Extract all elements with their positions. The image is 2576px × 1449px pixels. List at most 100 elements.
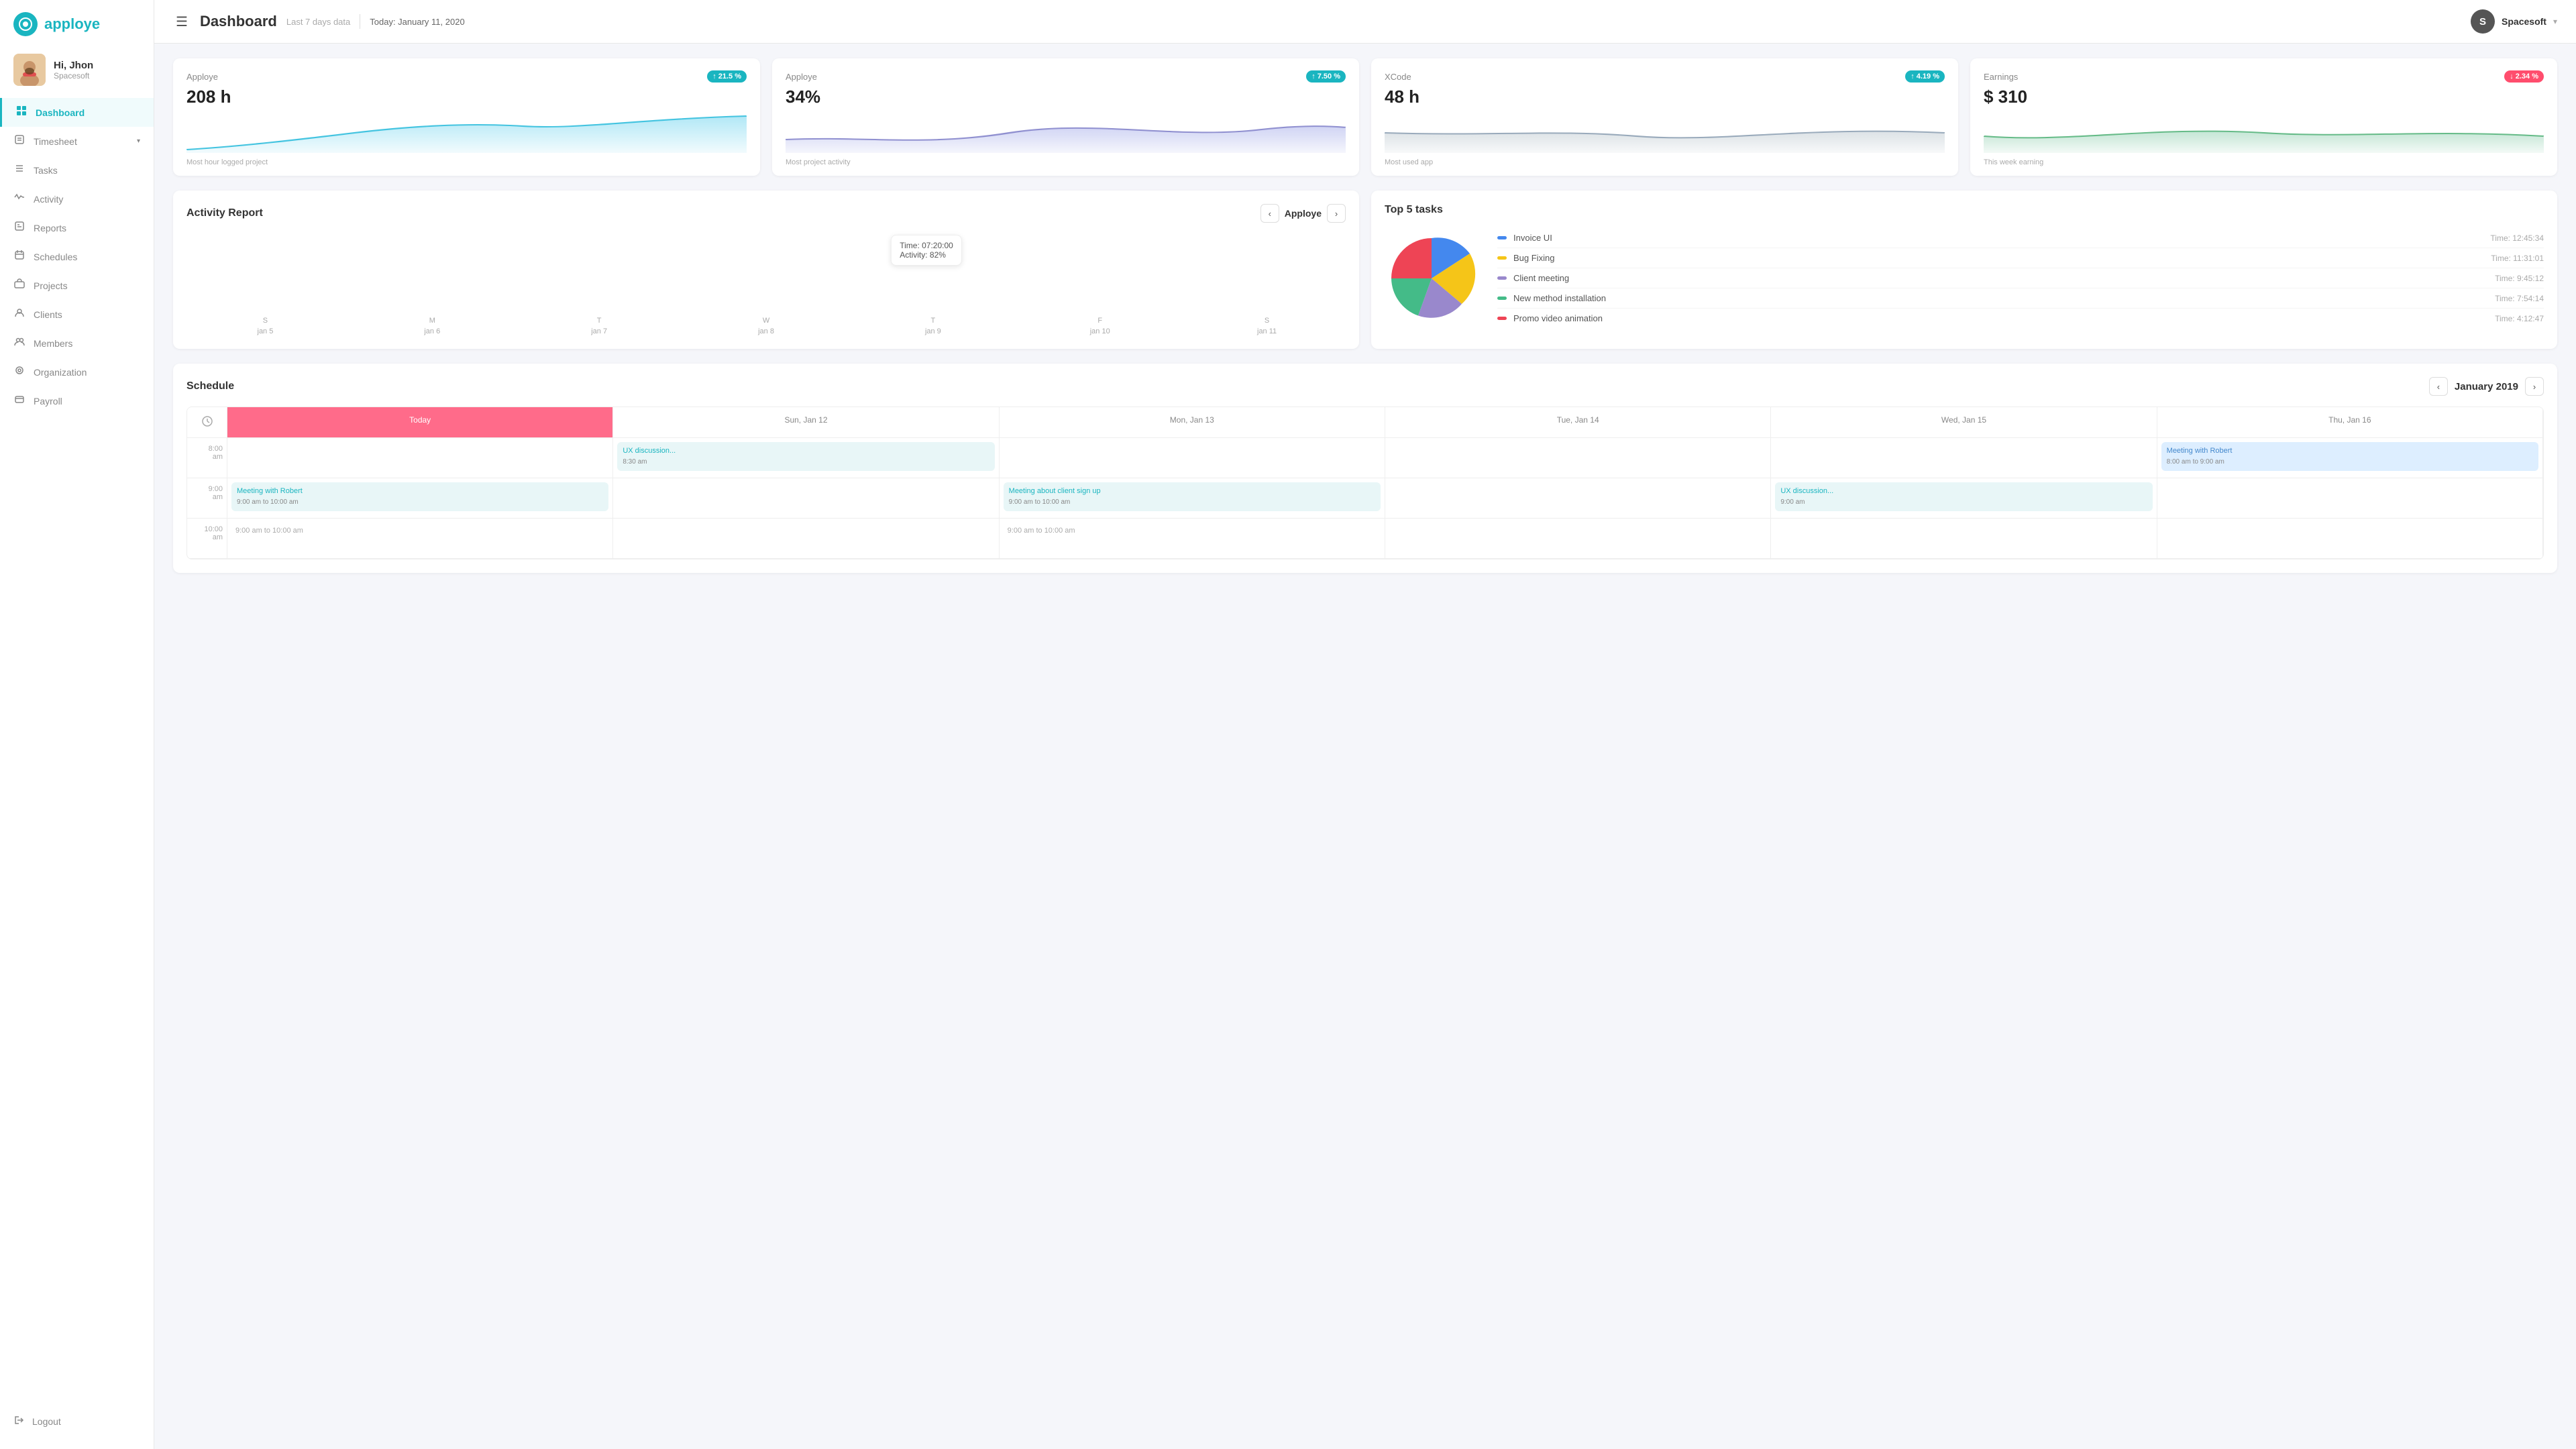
event-title: Meeting with Robert — [237, 486, 603, 496]
schedule-cell-wed-9am: UX discussion... 9:00 am — [1771, 478, 2157, 519]
nav-list: Dashboard Timesheet ▾ Tasks Activity R — [0, 98, 154, 1407]
dashboard-icon — [15, 105, 28, 119]
project-nav: ‹ Apploye › — [1260, 204, 1346, 223]
bar-group: S jan 5 — [186, 314, 344, 335]
month-label: January 2019 — [2455, 381, 2518, 392]
projects-icon — [13, 278, 25, 292]
task-color-dot — [1497, 317, 1507, 320]
month-nav: ‹ January 2019 › — [2429, 377, 2544, 396]
stat-value: 34% — [786, 87, 1346, 107]
stat-name: XCode — [1385, 72, 1411, 82]
task-time: Time: 12:45:34 — [2490, 233, 2544, 243]
schedule-cell-mon-10am: 9:00 am to 10:00 am — [1000, 519, 1385, 559]
task-color-dot — [1497, 236, 1507, 239]
sidebar-item-clients[interactable]: Clients — [0, 300, 154, 329]
stat-label: Most used app — [1385, 158, 1945, 166]
bar-day: S — [263, 317, 268, 325]
bar-date: jan 7 — [591, 327, 607, 335]
sidebar-item-label: Schedules — [34, 252, 140, 262]
event-time: 9:00 am to 10:00 am — [1009, 498, 1375, 507]
sidebar-item-label: Dashboard — [36, 107, 140, 118]
logout-icon — [13, 1415, 24, 1428]
sidebar-item-payroll[interactable]: Payroll — [0, 386, 154, 415]
sidebar-item-label: Organization — [34, 367, 140, 378]
stat-card-xcode: XCode ↑ 4.19 % 48 h Most used app — [1371, 58, 1958, 176]
schedule-event-ux-sun[interactable]: UX discussion... 8:30 am — [617, 442, 994, 471]
reports-icon — [13, 221, 25, 235]
sidebar-item-dashboard[interactable]: Dashboard — [0, 98, 154, 127]
task-row: New method installation Time: 7:54:14 — [1497, 288, 2544, 309]
stat-label: Most hour logged project — [186, 158, 747, 166]
bar-day: W — [763, 317, 769, 325]
schedule-col-tue: Tue, Jan 14 — [1385, 407, 1771, 438]
card-header: Top 5 tasks — [1385, 204, 2544, 216]
schedules-icon — [13, 250, 25, 264]
stat-name: Apploye — [786, 72, 817, 82]
stat-card-apploye-hours: Apploye ↑ 21.5 % 208 h Most hour logged … — [173, 58, 760, 176]
sidebar-item-organization[interactable]: Organization — [0, 358, 154, 386]
prev-project-button[interactable]: ‹ — [1260, 204, 1279, 223]
schedule-col-sun: Sun, Jan 12 — [613, 407, 999, 438]
task-color-dot — [1497, 256, 1507, 260]
sidebar-item-label: Clients — [34, 309, 140, 320]
next-project-button[interactable]: › — [1327, 204, 1346, 223]
activity-report-card: Activity Report ‹ Apploye › Time: 07:20:… — [173, 191, 1359, 349]
card-header: Activity Report ‹ Apploye › — [186, 204, 1346, 223]
user-company: Spacesoft — [54, 71, 93, 80]
tasks-list: Invoice UI Time: 12:45:34 Bug Fixing Tim… — [1497, 228, 2544, 328]
stat-value: $ 310 — [1984, 87, 2544, 107]
sidebar-item-members[interactable]: Members — [0, 329, 154, 358]
schedule-cell-tue-8am — [1385, 438, 1771, 478]
event-time: 8:30 am — [623, 458, 989, 467]
sidebar-item-timesheet[interactable]: Timesheet ▾ — [0, 127, 154, 156]
schedule-event-meeting-today[interactable]: Meeting with Robert 9:00 am to 10:00 am — [231, 482, 608, 511]
sidebar-item-tasks[interactable]: Tasks — [0, 156, 154, 184]
chevron-down-icon: ▾ — [137, 138, 140, 145]
sidebar-item-activity[interactable]: Activity — [0, 184, 154, 213]
schedule-event-client-mon[interactable]: Meeting about client sign up 9:00 am to … — [1004, 482, 1381, 511]
topbar-dropdown-icon[interactable]: ▾ — [2553, 17, 2557, 26]
top5-tasks-card: Top 5 tasks — [1371, 191, 2557, 349]
bar-date: jan 11 — [1257, 327, 1277, 335]
schedule-cell-wed-10am — [1771, 519, 2157, 559]
task-name: New method installation — [1513, 293, 2488, 303]
sidebar-item-reports[interactable]: Reports — [0, 213, 154, 242]
prev-month-button[interactable]: ‹ — [2429, 377, 2448, 396]
stat-name: Earnings — [1984, 72, 2018, 82]
event-title: Meeting about client sign up — [1009, 486, 1375, 496]
bar-day: T — [931, 317, 936, 325]
bar-date: jan 10 — [1090, 327, 1110, 335]
stat-chart — [1385, 113, 1945, 153]
next-month-button[interactable]: › — [2525, 377, 2544, 396]
content-area: Apploye ↑ 21.5 % 208 h Most hour logged … — [154, 44, 2576, 588]
time-note: 9:00 am to 10:00 am — [231, 523, 608, 539]
schedule-cell-sun-10am — [613, 519, 999, 559]
schedule-cell-sun-8am: UX discussion... 8:30 am — [613, 438, 999, 478]
sidebar-item-label: Projects — [34, 280, 140, 291]
sidebar-user: Hi, Jhon Spacesoft — [0, 46, 154, 98]
logout-button[interactable]: Logout — [0, 1407, 154, 1436]
bar-date: jan 8 — [758, 327, 774, 335]
task-name: Client meeting — [1513, 273, 2488, 283]
task-row: Invoice UI Time: 12:45:34 — [1497, 228, 2544, 248]
event-time: 9:00 am — [1780, 498, 2147, 507]
sidebar-item-projects[interactable]: Projects — [0, 271, 154, 300]
sidebar-item-schedules[interactable]: Schedules — [0, 242, 154, 271]
schedule-cell-mon-9am: Meeting about client sign up 9:00 am to … — [1000, 478, 1385, 519]
bar-day: M — [429, 317, 435, 325]
bar-group-active: T jan 9 — [854, 314, 1012, 335]
pie-chart — [1385, 231, 1479, 325]
logo-area: apploye — [0, 0, 154, 46]
event-time: 9:00 am to 10:00 am — [237, 498, 603, 507]
bar-group: W jan 8 — [688, 314, 845, 335]
schedule-event-ux-wed[interactable]: UX discussion... 9:00 am — [1775, 482, 2152, 511]
schedule-cell-thu-8am: Meeting with Robert 8:00 am to 9:00 am — [2157, 438, 2543, 478]
stat-badge-up: ↑ 21.5 % — [707, 70, 747, 83]
organization-icon — [13, 365, 25, 379]
schedule-section: Schedule ‹ January 2019 › Today Sun, Jan… — [173, 364, 2557, 573]
bar-date: jan 9 — [925, 327, 941, 335]
page-title: Dashboard — [200, 13, 277, 30]
user-info: Hi, Jhon Spacesoft — [54, 60, 93, 80]
hamburger-menu[interactable]: ☰ — [173, 11, 191, 33]
schedule-event-meeting-thu[interactable]: Meeting with Robert 8:00 am to 9:00 am — [2161, 442, 2538, 471]
